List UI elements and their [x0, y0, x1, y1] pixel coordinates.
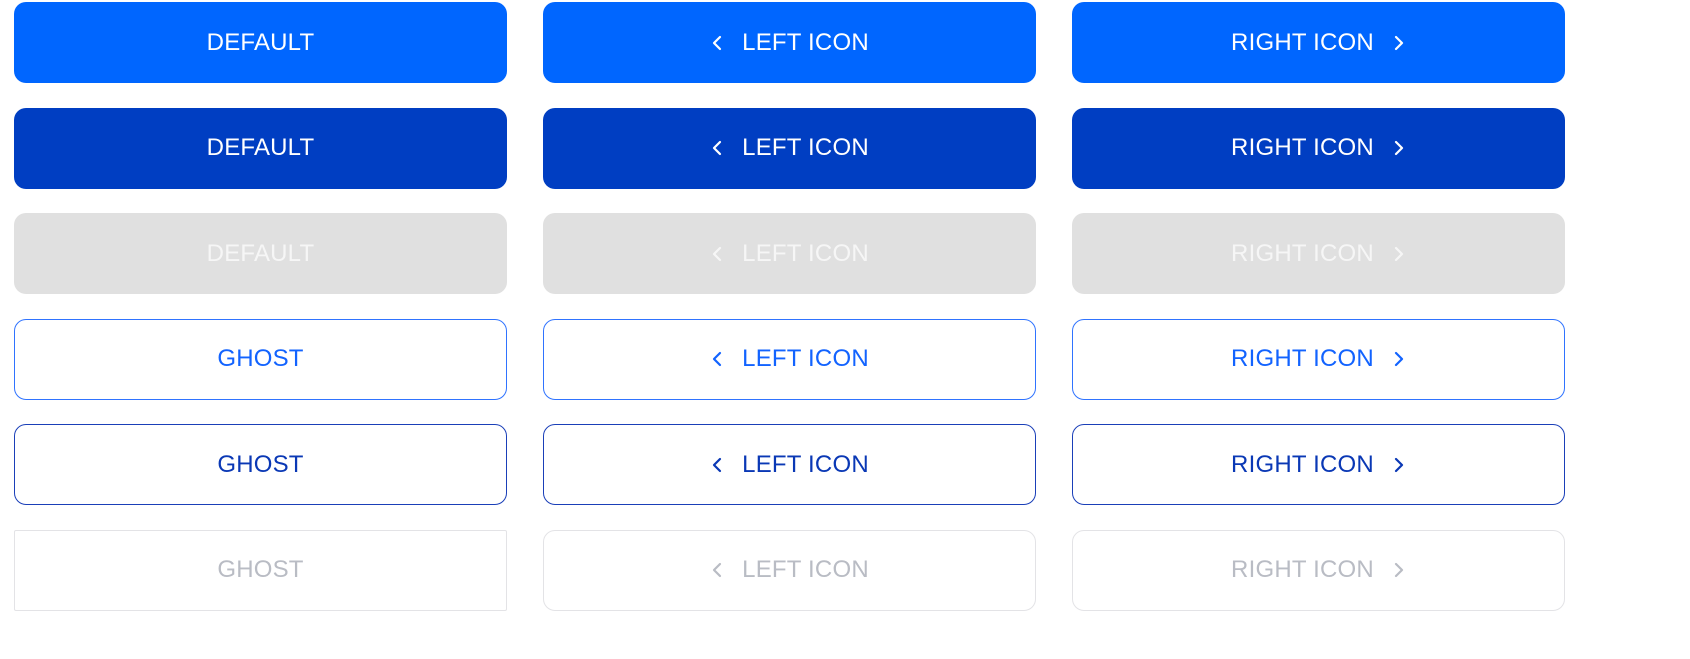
- chevron-left-icon: [710, 33, 724, 53]
- ghost-default-button[interactable]: GHOST: [14, 318, 507, 400]
- button-label: LEFT ICON: [742, 345, 869, 373]
- button-label: RIGHT ICON: [1231, 134, 1374, 162]
- ghost-disabled-left-icon-button[interactable]: LEFT ICON: [543, 529, 1036, 611]
- button-label: LEFT ICON: [742, 450, 869, 478]
- chevron-left-icon: [710, 349, 724, 369]
- chevron-left-icon: [710, 455, 724, 475]
- primary-disabled-left-icon-button[interactable]: LEFT ICON: [543, 213, 1036, 295]
- button-label: RIGHT ICON: [1231, 450, 1374, 478]
- primary-left-icon-button[interactable]: LEFT ICON: [543, 2, 1036, 83]
- button-label: LEFT ICON: [742, 556, 869, 584]
- chevron-right-icon: [1392, 349, 1406, 369]
- chevron-left-icon: [710, 560, 724, 580]
- button-label: GHOST: [217, 450, 304, 478]
- primary-disabled-right-icon-button[interactable]: RIGHT ICON: [1072, 213, 1565, 295]
- ghost-hover-default-button[interactable]: GHOST: [14, 424, 507, 506]
- button-label: RIGHT ICON: [1231, 239, 1374, 267]
- ghost-hover-right-icon-button[interactable]: RIGHT ICON: [1072, 424, 1565, 506]
- primary-default-button[interactable]: DEFAULT: [14, 2, 507, 83]
- button-label: RIGHT ICON: [1231, 556, 1374, 584]
- ghost-disabled-right-icon-button[interactable]: RIGHT ICON: [1072, 529, 1565, 611]
- chevron-right-icon: [1392, 560, 1406, 580]
- button-label: GHOST: [217, 345, 304, 373]
- button-label: DEFAULT: [206, 134, 315, 162]
- button-label: DEFAULT: [206, 28, 315, 56]
- primary-hover-default-button[interactable]: DEFAULT: [14, 107, 507, 189]
- chevron-right-icon: [1392, 33, 1406, 53]
- primary-hover-left-icon-button[interactable]: LEFT ICON: [543, 107, 1036, 189]
- ghost-hover-left-icon-button[interactable]: LEFT ICON: [543, 424, 1036, 506]
- button-label: LEFT ICON: [742, 134, 869, 162]
- ghost-left-icon-button[interactable]: LEFT ICON: [543, 318, 1036, 400]
- button-label: LEFT ICON: [742, 28, 869, 56]
- ghost-right-icon-button[interactable]: RIGHT ICON: [1072, 318, 1565, 400]
- primary-hover-right-icon-button[interactable]: RIGHT ICON: [1072, 107, 1565, 189]
- button-label: LEFT ICON: [742, 239, 869, 267]
- button-label: RIGHT ICON: [1231, 28, 1374, 56]
- chevron-left-icon: [710, 138, 724, 158]
- ghost-disabled-default-button[interactable]: GHOST: [14, 529, 507, 611]
- button-showcase-grid: DEFAULT LEFT ICON RIGHT ICON DEFAULT LEF…: [14, 2, 1565, 611]
- button-label: DEFAULT: [206, 239, 315, 267]
- primary-right-icon-button[interactable]: RIGHT ICON: [1072, 2, 1565, 83]
- primary-disabled-default-button[interactable]: DEFAULT: [14, 213, 507, 295]
- chevron-left-icon: [710, 244, 724, 264]
- button-label: RIGHT ICON: [1231, 345, 1374, 373]
- chevron-right-icon: [1392, 244, 1406, 264]
- button-label: GHOST: [217, 556, 304, 584]
- chevron-right-icon: [1392, 455, 1406, 475]
- chevron-right-icon: [1392, 138, 1406, 158]
